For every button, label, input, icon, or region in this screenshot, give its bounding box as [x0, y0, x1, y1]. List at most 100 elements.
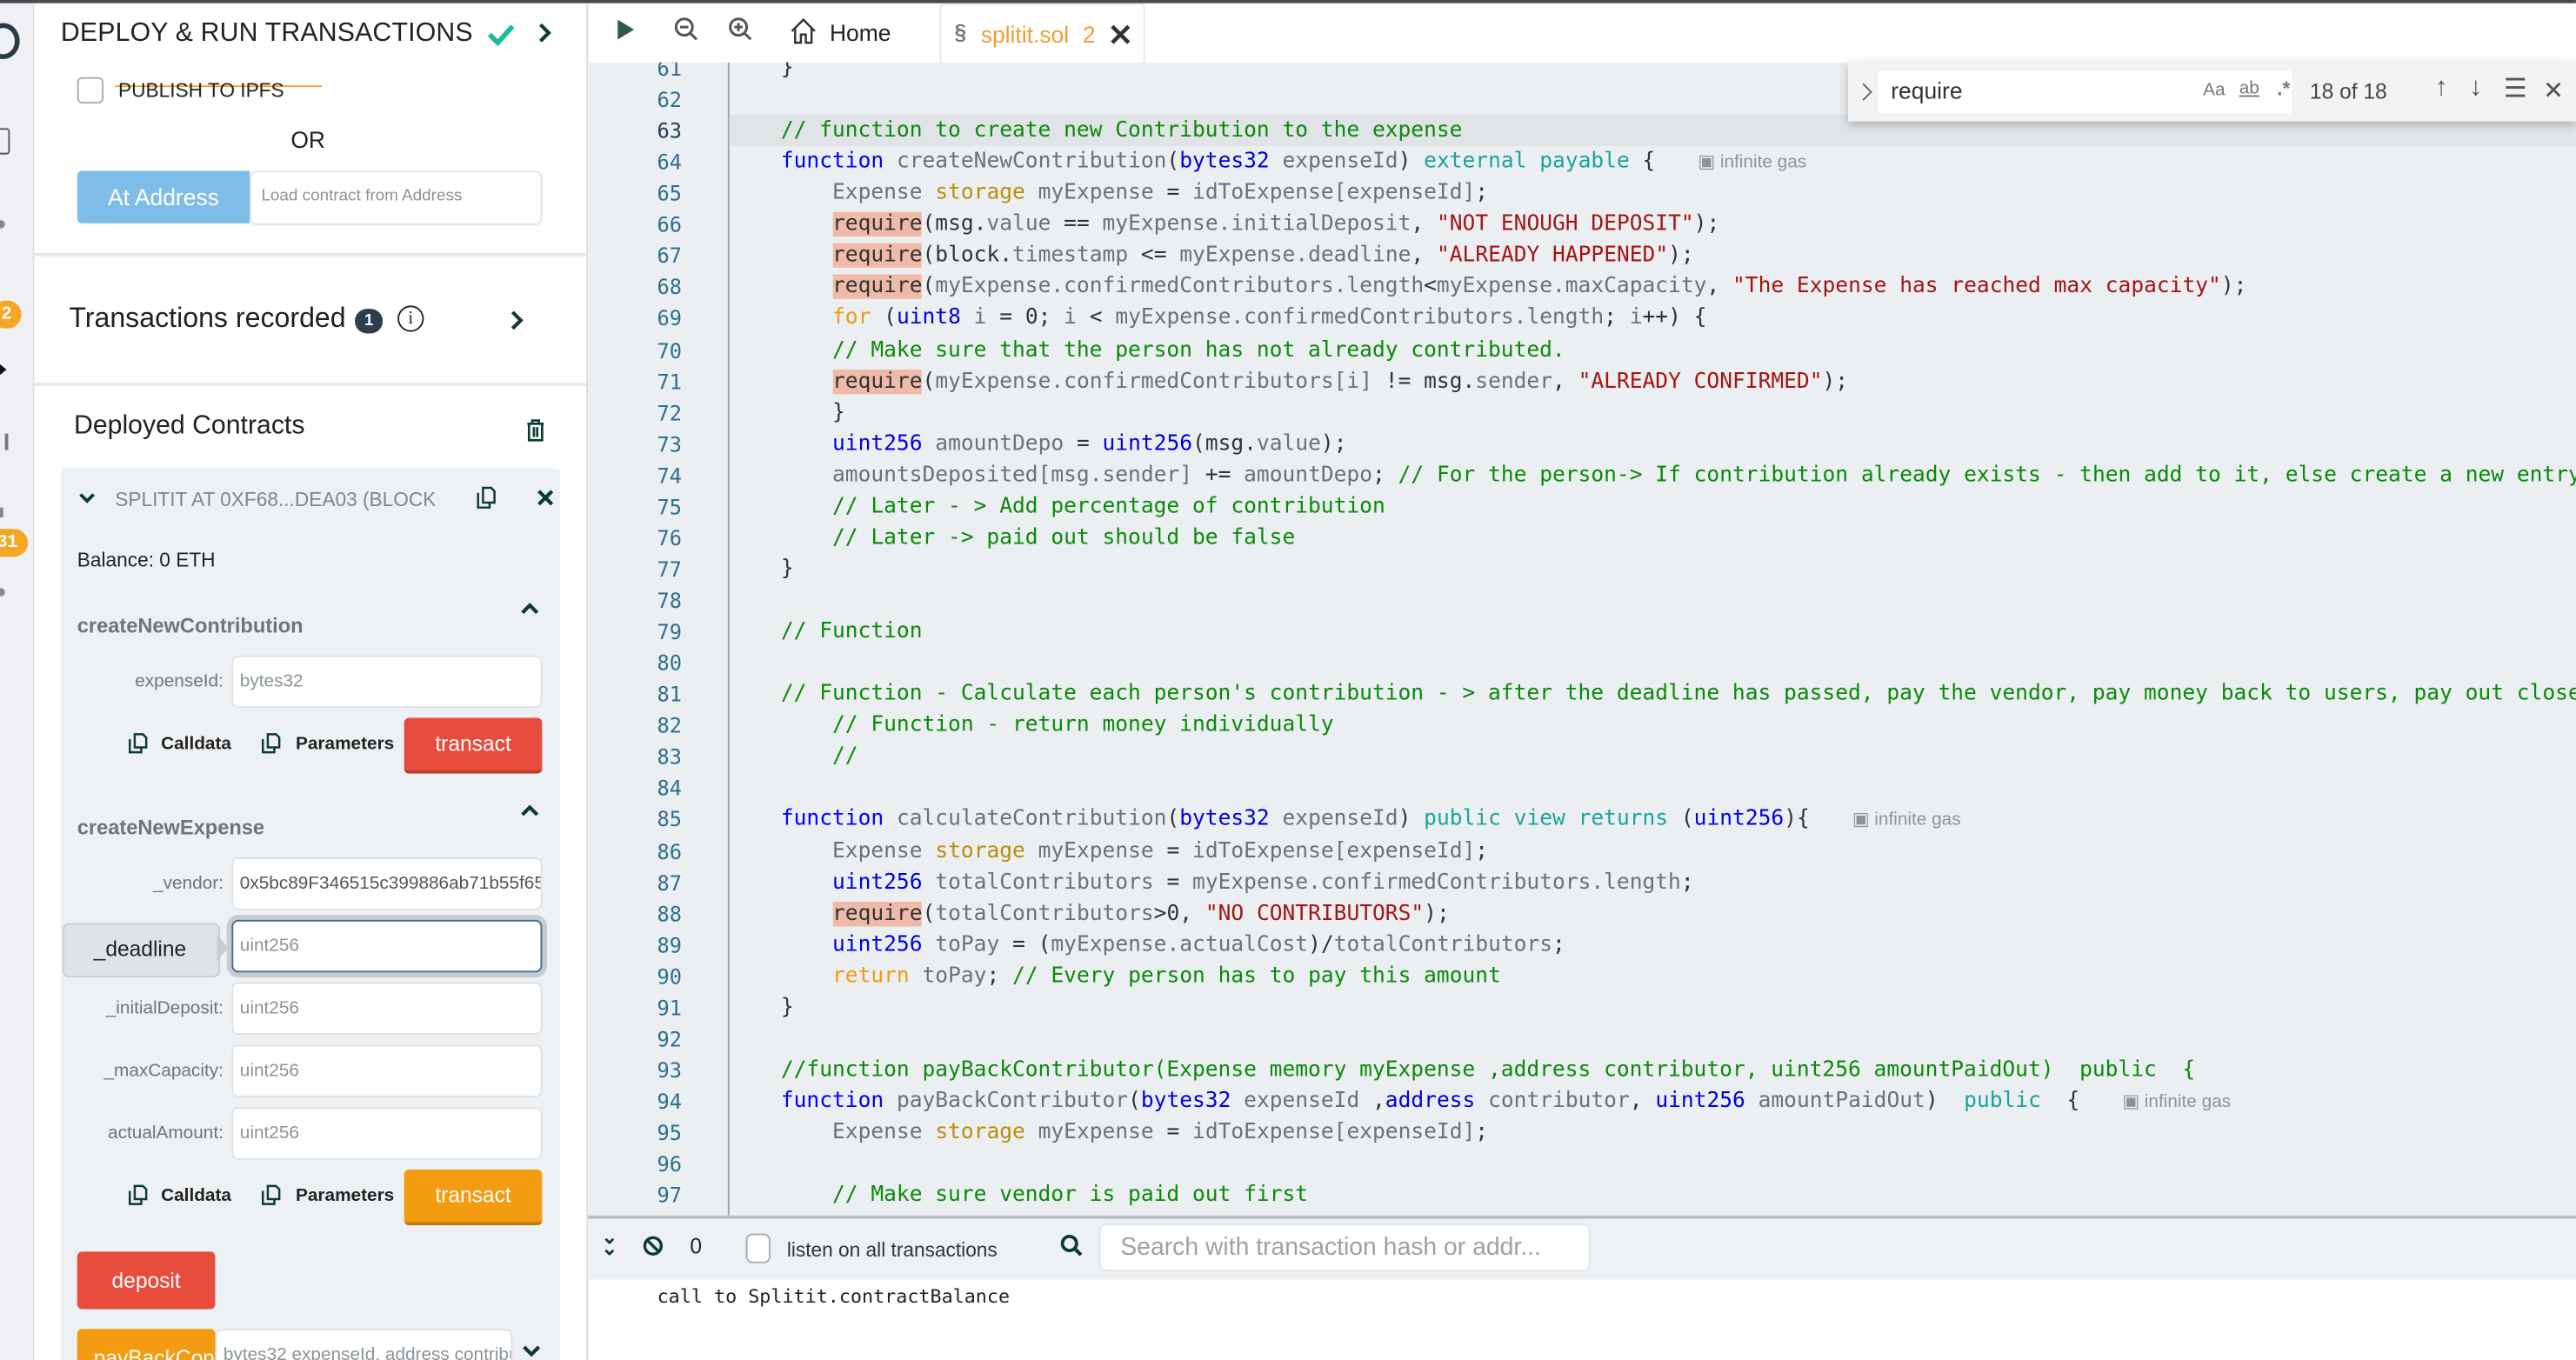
next-match-icon[interactable]: ↓ [2469, 74, 2482, 103]
contract-name[interactable]: SPLITIT AT 0XF68...DEA03 (BLOCKCH [115, 488, 437, 510]
line-number[interactable]: 72 [588, 397, 681, 428]
line-number[interactable]: 95 [588, 1117, 681, 1149]
at-address-button[interactable]: At Address [77, 170, 250, 223]
search-icon[interactable] [1059, 1234, 1083, 1257]
line-number[interactable]: 78 [588, 585, 681, 617]
code-line[interactable]: } [730, 554, 794, 585]
calldata-button[interactable]: Calldata [161, 1186, 231, 1206]
chevron-up-icon[interactable] [521, 603, 539, 615]
code-line[interactable]: return toPay; // Every person has to pay… [730, 961, 1501, 992]
line-number[interactable]: 91 [588, 992, 681, 1023]
line-number[interactable]: 93 [588, 1055, 681, 1086]
chevron-down-icon[interactable] [79, 493, 96, 504]
line-number[interactable]: 89 [588, 930, 681, 961]
copy-icon[interactable] [128, 732, 148, 754]
load-address-input[interactable]: Load contract from Address [250, 170, 543, 225]
code-line[interactable]: } [730, 63, 794, 84]
line-number[interactable]: 94 [588, 1086, 681, 1117]
line-number[interactable]: 74 [588, 459, 681, 490]
payback-input[interactable]: bytes32 expenseId, address contribut [215, 1329, 513, 1360]
code-line[interactable]: // Function [730, 617, 923, 648]
code-line[interactable]: require(block.timestamp <= myExpense.dea… [730, 240, 1694, 271]
code-line[interactable]: function calculateContribution(bytes32 e… [730, 804, 1961, 836]
line-number[interactable]: 87 [588, 867, 681, 898]
parameters-button[interactable]: Parameters [296, 734, 394, 754]
line-number[interactable]: 63 [588, 115, 681, 146]
code-line[interactable]: // [730, 742, 858, 773]
line-number[interactable]: 77 [588, 554, 681, 585]
line-number[interactable]: 96 [588, 1149, 681, 1180]
transactions-recorded-label[interactable]: Transactions recorded [69, 303, 345, 336]
line-number[interactable]: 84 [588, 773, 681, 804]
initial-deposit-input[interactable]: uint256 [231, 982, 543, 1036]
line-number[interactable]: 61 [588, 63, 681, 84]
code-line[interactable]: uint256 toPay = (myExpense.actualCost)/t… [730, 930, 1565, 961]
code-line[interactable]: // Function - Calculate each person's co… [730, 679, 2576, 710]
copy-icon[interactable] [261, 732, 281, 754]
line-number[interactable]: 97 [588, 1180, 681, 1211]
code-line[interactable]: require(totalContributors>0, "NO CONTRIB… [730, 898, 1450, 930]
code-line[interactable]: } [730, 397, 845, 428]
line-number[interactable]: 70 [588, 334, 681, 365]
code-line[interactable]: // Later - > Add percentage of contribut… [730, 490, 1385, 522]
line-number[interactable]: 71 [588, 365, 681, 397]
collapse-terminal-icon[interactable]: ⌄ ⌄ [601, 1227, 617, 1258]
code-line[interactable]: function payBackContributor(bytes32 expe… [730, 1086, 2231, 1117]
deploy-icon[interactable] [0, 363, 7, 377]
code-line[interactable]: function createNewContribution(bytes32 e… [730, 146, 1806, 177]
line-number[interactable]: 64 [588, 146, 681, 177]
line-number[interactable]: 76 [588, 522, 681, 553]
transact-button[interactable]: transact [404, 1169, 543, 1226]
code-line[interactable]: // Function - return money individually [730, 710, 1334, 742]
chevron-right-icon[interactable] [539, 23, 552, 43]
vendor-input[interactable]: 0x5bc89F346515c399886ab71b55f65 [231, 857, 543, 910]
copy-icon[interactable] [128, 1184, 148, 1206]
calldata-button[interactable]: Calldata [161, 734, 231, 754]
code-line[interactable]: Expense storage myExpense = idToExpense[… [730, 177, 1488, 209]
line-number[interactable]: 83 [588, 742, 681, 773]
deadline-input[interactable]: uint256 [231, 919, 543, 973]
run-icon[interactable] [617, 19, 635, 40]
code-line[interactable]: // Make sure that the person has not alr… [730, 334, 1565, 365]
code-line[interactable]: Expense storage myExpense = idToExpense[… [730, 1117, 1488, 1149]
listen-all-checkbox[interactable] [745, 1233, 771, 1263]
code-line[interactable]: require(msg.value == myExpense.initialDe… [730, 209, 1720, 240]
line-number[interactable]: 82 [588, 710, 681, 742]
line-number[interactable]: 65 [588, 177, 681, 209]
line-number[interactable]: 69 [588, 303, 681, 334]
code-line[interactable]: uint256 totalContributors = myExpense.co… [730, 867, 1694, 898]
close-tab-icon[interactable] [1111, 24, 1131, 44]
tab-home[interactable]: Home [830, 20, 891, 46]
code-line[interactable]: require(myExpense.confirmedContributors[… [730, 365, 1848, 397]
clear-console-icon[interactable] [643, 1236, 664, 1257]
chevron-right-icon[interactable] [511, 310, 524, 330]
find-input[interactable]: require Aa ab .* [1878, 70, 2292, 114]
terminal-search-input[interactable]: Search with transaction hash or addr... [1098, 1223, 1591, 1272]
line-number[interactable]: 66 [588, 209, 681, 240]
chevron-down-icon[interactable] [523, 1345, 541, 1357]
zoom-in-icon[interactable] [728, 17, 754, 43]
copy-icon[interactable] [261, 1184, 281, 1206]
code-line[interactable]: uint256 amountDepo = uint256(msg.value); [730, 428, 1346, 459]
code-line[interactable]: Expense storage myExpense = idToExpense[… [730, 836, 1488, 867]
line-number[interactable]: 90 [588, 961, 681, 992]
code-line[interactable]: } [730, 992, 794, 1023]
remix-logo-icon[interactable] [0, 23, 20, 60]
file-explorer-icon[interactable] [0, 128, 10, 155]
publish-ipfs-checkbox[interactable] [77, 77, 104, 104]
close-find-icon[interactable]: ✕ [2543, 76, 2564, 105]
payback-button[interactable]: payBackContri [77, 1329, 216, 1360]
parameters-button[interactable]: Parameters [296, 1186, 394, 1206]
close-icon[interactable] [537, 490, 554, 506]
line-number[interactable]: 81 [588, 679, 681, 710]
expenseid-input[interactable]: bytes32 [231, 655, 543, 709]
toggle-replace-icon[interactable] [1861, 82, 1872, 102]
line-number[interactable]: 73 [588, 428, 681, 459]
line-number[interactable]: 92 [588, 1023, 681, 1055]
regex-toggle[interactable]: .* [2277, 77, 2290, 100]
code-editor[interactable]: 61 } 62 63 // function to create new Contr… [588, 62, 2576, 1216]
plugin-icon[interactable] [0, 507, 3, 518]
settings-icon[interactable] [0, 588, 5, 597]
code-line[interactable]: // Later -> paid out should be false [730, 522, 1295, 553]
tab-splitit-sol[interactable]: § splitit.sol 2 [939, 3, 1145, 64]
